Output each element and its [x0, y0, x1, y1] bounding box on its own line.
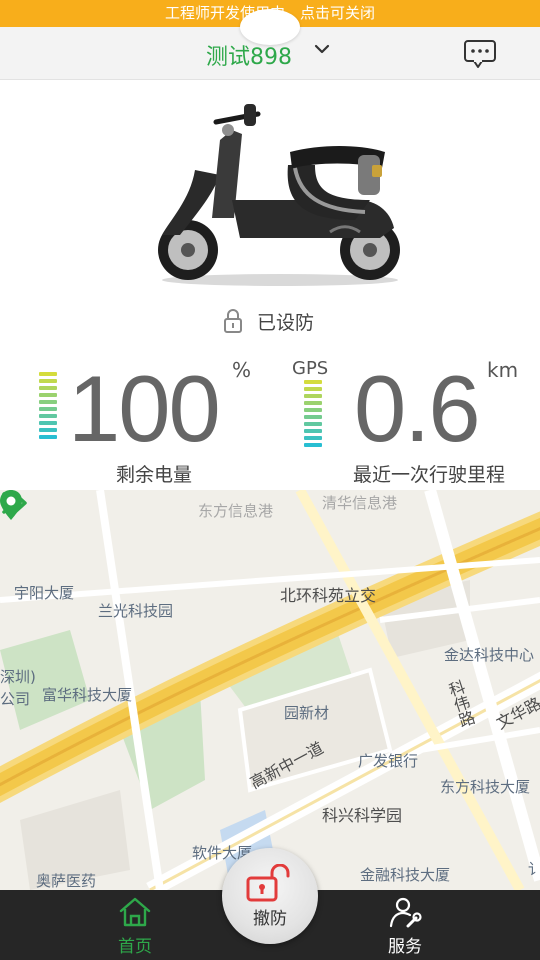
map-label: 广发银行 [358, 752, 419, 770]
meter-segment [39, 386, 57, 390]
meter-segment [304, 408, 322, 412]
meter-segment [304, 401, 322, 405]
location-map[interactable]: 东方信息港 清华信息港 宇阳大厦 兰光科技园 北环科苑立交 金达科技中心 深圳)… [0, 490, 540, 890]
device-name-selector[interactable]: 测试898 [206, 39, 292, 71]
battery-level-meter [39, 372, 57, 439]
map-label: 清华信息港 [322, 494, 398, 512]
map-label: 奥萨医药 [36, 872, 97, 890]
map-label: 科兴科学园 [322, 806, 403, 825]
armed-status-text: 已设防 [257, 311, 315, 334]
map-label: 东方信息港 [198, 502, 274, 520]
nav-service[interactable]: 服务 [365, 896, 445, 957]
battery-unit: % [232, 358, 252, 382]
nav-home[interactable]: 首页 [95, 896, 175, 957]
meter-segment [304, 415, 322, 419]
top-bar: 测试898 [0, 9, 540, 80]
nav-home-label: 首页 [118, 937, 152, 957]
meter-segment [39, 400, 57, 404]
map-label: 金融科技大厦 [360, 866, 451, 884]
service-icon [389, 897, 422, 928]
meter-segment [39, 372, 57, 376]
map-label: 兰光科技园 [98, 602, 174, 620]
trip-distance-caption: 最近一次行驶里程 [353, 464, 506, 486]
battery-value: 100 [68, 356, 221, 461]
map-label: 园新材 [284, 704, 330, 722]
battery-caption: 剩余电量 [116, 464, 193, 486]
map-label: 北环科苑立交 [280, 586, 377, 605]
armed-status: 已设防 [223, 308, 314, 334]
nav-service-label: 服务 [388, 937, 422, 957]
disarm-button[interactable]: 撤防 [222, 848, 318, 944]
meter-segment [39, 414, 57, 418]
meter-segment [304, 387, 322, 391]
location-pin-icon[interactable] [0, 490, 22, 520]
map-label: 宇阳大厦 [14, 584, 75, 602]
trip-distance-unit: km [487, 358, 519, 382]
meter-segment [39, 379, 57, 383]
vehicle-status-panel: 已设防 100 % 剩余电量 GPS 0.6 km 最近一次行驶里程 [0, 80, 540, 490]
disarm-button-label: 撤防 [253, 909, 287, 929]
meter-segment [304, 394, 322, 398]
scooter-image [158, 104, 400, 286]
lock-icon [224, 309, 242, 333]
meter-segment [39, 407, 57, 411]
meter-segment [304, 380, 322, 384]
meter-segment [304, 422, 322, 426]
map-label: 公司 [0, 690, 31, 708]
map-label: 深圳) [0, 668, 36, 686]
gps-label: GPS [292, 358, 329, 379]
unlock-icon [246, 864, 290, 902]
meter-segment [39, 421, 57, 425]
map-label: 东方科技大厦 [440, 778, 531, 796]
map-label: 金达科技中心 [444, 646, 535, 664]
meter-segment [39, 428, 57, 432]
trip-distance-value: 0.6 [354, 356, 481, 461]
gps-signal-meter [304, 380, 322, 447]
meter-segment [39, 435, 57, 439]
meter-segment [304, 429, 322, 433]
meter-segment [304, 436, 322, 440]
map-label: 富华科技大厦 [42, 686, 133, 704]
home-icon [119, 897, 151, 927]
meter-segment [304, 443, 322, 447]
map-label: 讠 [528, 860, 540, 878]
meter-segment [39, 393, 57, 397]
chevron-down-icon[interactable] [314, 41, 330, 57]
message-icon[interactable] [463, 39, 497, 69]
